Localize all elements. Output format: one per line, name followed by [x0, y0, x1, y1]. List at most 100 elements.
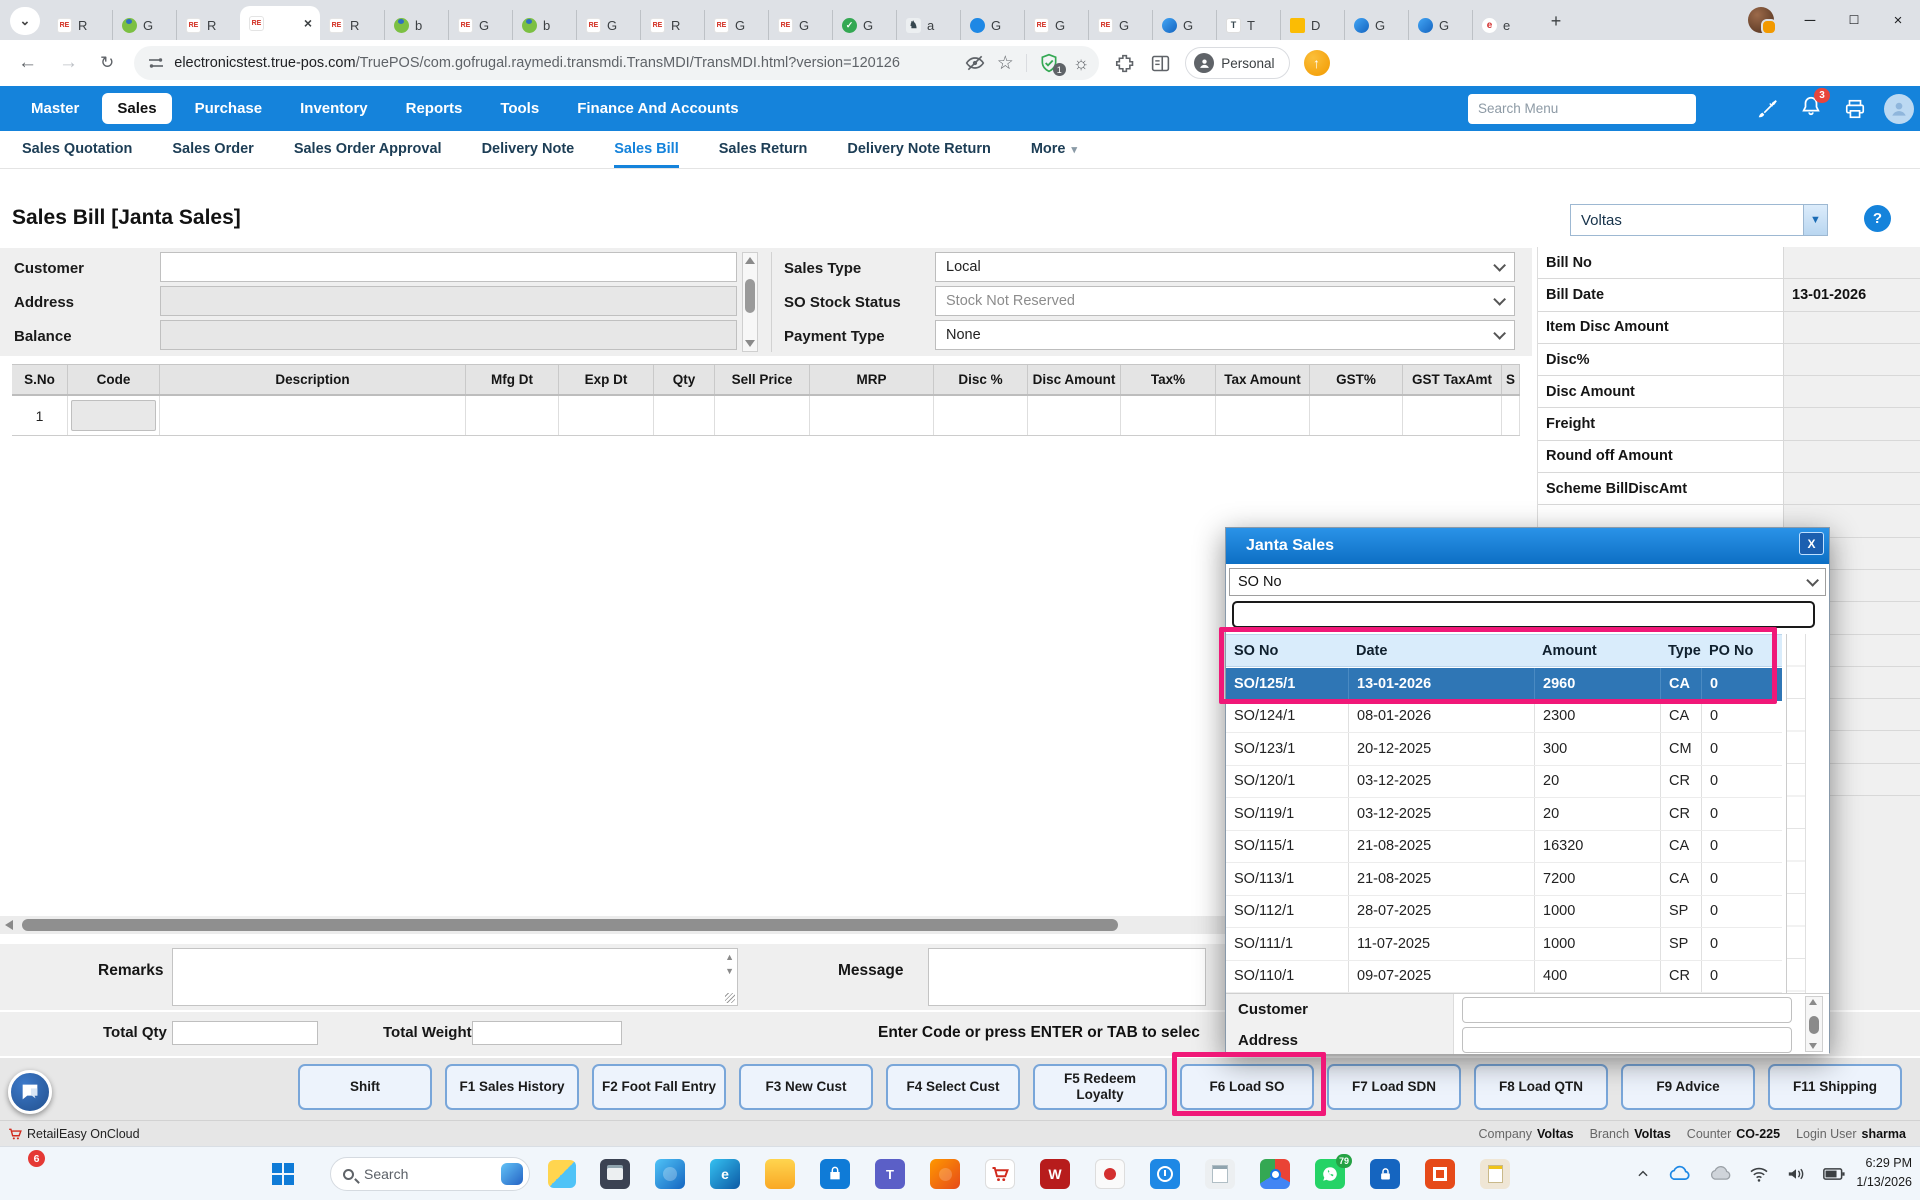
onedrive-cloud-icon[interactable] — [1667, 1165, 1691, 1183]
help-button[interactable]: ? — [1864, 205, 1891, 232]
fkey-f4-select-cust[interactable]: F4 Select Cust — [886, 1064, 1020, 1110]
subnav-item-sales-bill[interactable]: Sales Bill — [614, 131, 678, 168]
scroll-down-icon[interactable] — [745, 340, 755, 347]
scroll-down-icon[interactable]: ▼ — [725, 966, 734, 976]
taskbar-icon-gofrugal-pos[interactable] — [985, 1159, 1015, 1189]
subnav-item-sales-return[interactable]: Sales Return — [719, 131, 808, 168]
new-tab-button[interactable]: + — [1542, 7, 1570, 35]
scroll-up-icon[interactable]: ▲ — [725, 952, 734, 962]
fkey-f11-shipping[interactable]: F11 Shipping — [1768, 1064, 1902, 1110]
cloud-icon[interactable] — [1708, 1165, 1732, 1183]
profile-button[interactable]: Personal — [1185, 47, 1289, 79]
notifications-bell[interactable]: 3 — [1800, 95, 1822, 122]
summary-value[interactable] — [1784, 247, 1920, 279]
payment-type-select[interactable]: None — [935, 320, 1515, 350]
code-input[interactable] — [71, 400, 156, 431]
browser-tab[interactable]: RER — [640, 10, 704, 40]
browser-tab[interactable]: G — [960, 10, 1024, 40]
taskbar-icon-orange-app[interactable] — [930, 1159, 960, 1189]
browser-tab[interactable]: G — [1152, 10, 1216, 40]
total-weight-input[interactable] — [472, 1021, 622, 1045]
scroll-left-icon[interactable] — [5, 920, 13, 930]
so-stock-status-select[interactable]: Stock Not Reserved — [935, 286, 1515, 316]
item-table-row[interactable]: 1 — [12, 396, 1520, 436]
textarea-scroll-arrows[interactable]: ▲▼ — [725, 952, 734, 976]
total-qty-input[interactable] — [172, 1021, 318, 1045]
scroll-up-icon[interactable] — [745, 257, 755, 264]
nav-item-reports[interactable]: Reports — [391, 93, 478, 124]
taskbar-icon-teams[interactable]: T — [875, 1159, 905, 1189]
browser-tab[interactable]: REG — [768, 10, 832, 40]
browser-tab[interactable]: REG — [576, 10, 640, 40]
weather-widget-icon[interactable] — [548, 1160, 576, 1188]
user-avatar[interactable] — [1884, 94, 1914, 124]
browser-tab[interactable]: TT — [1216, 10, 1280, 40]
window-minimize-button[interactable]: ─ — [1788, 0, 1832, 40]
extensions-icon[interactable] — [1115, 53, 1136, 74]
branch-select[interactable]: Voltas ▼ — [1570, 204, 1828, 236]
taskbar-icon-copilot[interactable] — [655, 1159, 685, 1189]
eye-off-icon[interactable] — [965, 53, 985, 73]
tab-search-button[interactable]: ⌄ — [10, 7, 40, 35]
nav-item-master[interactable]: Master — [16, 93, 94, 124]
wifi-icon[interactable] — [1749, 1166, 1769, 1182]
window-close-button[interactable]: × — [1876, 0, 1920, 40]
browser-tab[interactable]: REG — [704, 10, 768, 40]
taskbar-icon-word-red[interactable]: W — [1040, 1159, 1070, 1189]
browser-tab[interactable]: D — [1280, 10, 1344, 40]
horizontal-scrollbar[interactable] — [0, 916, 1232, 934]
summary-value[interactable] — [1784, 441, 1920, 473]
taskbar-icon-store[interactable] — [820, 1159, 850, 1189]
bookmark-star-icon[interactable]: ☆ — [997, 52, 1014, 75]
site-settings-icon[interactable] — [148, 55, 164, 71]
summary-value[interactable]: 13-01-2026 — [1784, 279, 1920, 311]
browser-tab[interactable]: RER — [176, 10, 240, 40]
fkey-f8-load-qtn[interactable]: F8 Load QTN — [1474, 1064, 1608, 1110]
window-maximize-button[interactable]: ☐ — [1832, 0, 1876, 40]
fkey-f1-sales-history[interactable]: F1 Sales History — [445, 1064, 579, 1110]
browser-tab[interactable]: ee — [1472, 10, 1536, 40]
summary-value[interactable] — [1784, 344, 1920, 376]
volume-icon[interactable] — [1786, 1166, 1806, 1182]
resize-handle-icon[interactable] — [725, 993, 735, 1003]
scroll-up-icon[interactable] — [1809, 999, 1817, 1005]
nav-item-inventory[interactable]: Inventory — [285, 93, 383, 124]
paintbrush-icon[interactable] — [1756, 98, 1778, 120]
browser-tab[interactable]: ♞a — [896, 10, 960, 40]
print-icon[interactable] — [1844, 98, 1866, 120]
nav-item-tools[interactable]: Tools — [485, 93, 554, 124]
tab-close-icon[interactable]: × — [304, 15, 312, 31]
browser-tab[interactable]: b — [384, 10, 448, 40]
fkey-shift[interactable]: Shift — [298, 1064, 432, 1110]
taskbar-icon-folder[interactable] — [765, 1159, 795, 1189]
message-textarea[interactable] — [928, 948, 1206, 1006]
fkey-f2-foot-fall-entry[interactable]: F2 Foot Fall Entry — [592, 1064, 726, 1110]
tray-chevron-up-icon[interactable] — [1636, 1167, 1650, 1181]
browser-tab[interactable]: RE× — [240, 6, 320, 40]
so-table-row[interactable]: SO/110/109-07-2025400CR0 — [1226, 961, 1782, 994]
scroll-down-icon[interactable] — [1809, 1043, 1817, 1049]
subnav-item-delivery-note[interactable]: Delivery Note — [482, 131, 575, 168]
so-table-row[interactable]: SO/113/121-08-20257200CA0 — [1226, 863, 1782, 896]
summary-value[interactable] — [1784, 312, 1920, 344]
browser-tab[interactable]: REG — [1024, 10, 1088, 40]
browser-tab[interactable]: ✓G — [832, 10, 896, 40]
brightness-icon[interactable]: ☼ — [1073, 53, 1090, 74]
browser-tab[interactable]: REG — [448, 10, 512, 40]
nav-item-purchase[interactable]: Purchase — [180, 93, 278, 124]
taskbar-icon-lock-app[interactable] — [1370, 1159, 1400, 1189]
browser-tab[interactable]: REG — [1088, 10, 1152, 40]
subnav-item-more[interactable]: More▾ — [1031, 131, 1077, 168]
branch-select-arrow-icon[interactable]: ▼ — [1803, 205, 1827, 235]
fkey-f3-new-cust[interactable]: F3 New Cust — [739, 1064, 873, 1110]
so-table-scrollbar[interactable] — [1786, 634, 1806, 993]
taskbar-icon-notes-list[interactable] — [1205, 1159, 1235, 1189]
windows-start-button[interactable] — [272, 1163, 294, 1185]
remarks-textarea[interactable]: ▲▼ — [172, 948, 738, 1006]
browser-tab[interactable]: RER — [320, 10, 384, 40]
taskbar-icon-files-dark[interactable] — [600, 1159, 630, 1189]
nav-item-finance-and-accounts[interactable]: Finance And Accounts — [562, 93, 753, 124]
url-text[interactable]: electronicstest.true-pos.com/TruePOS/com… — [174, 55, 956, 71]
dialog-close-button[interactable]: X — [1799, 532, 1824, 555]
browser-tab[interactable]: b — [512, 10, 576, 40]
